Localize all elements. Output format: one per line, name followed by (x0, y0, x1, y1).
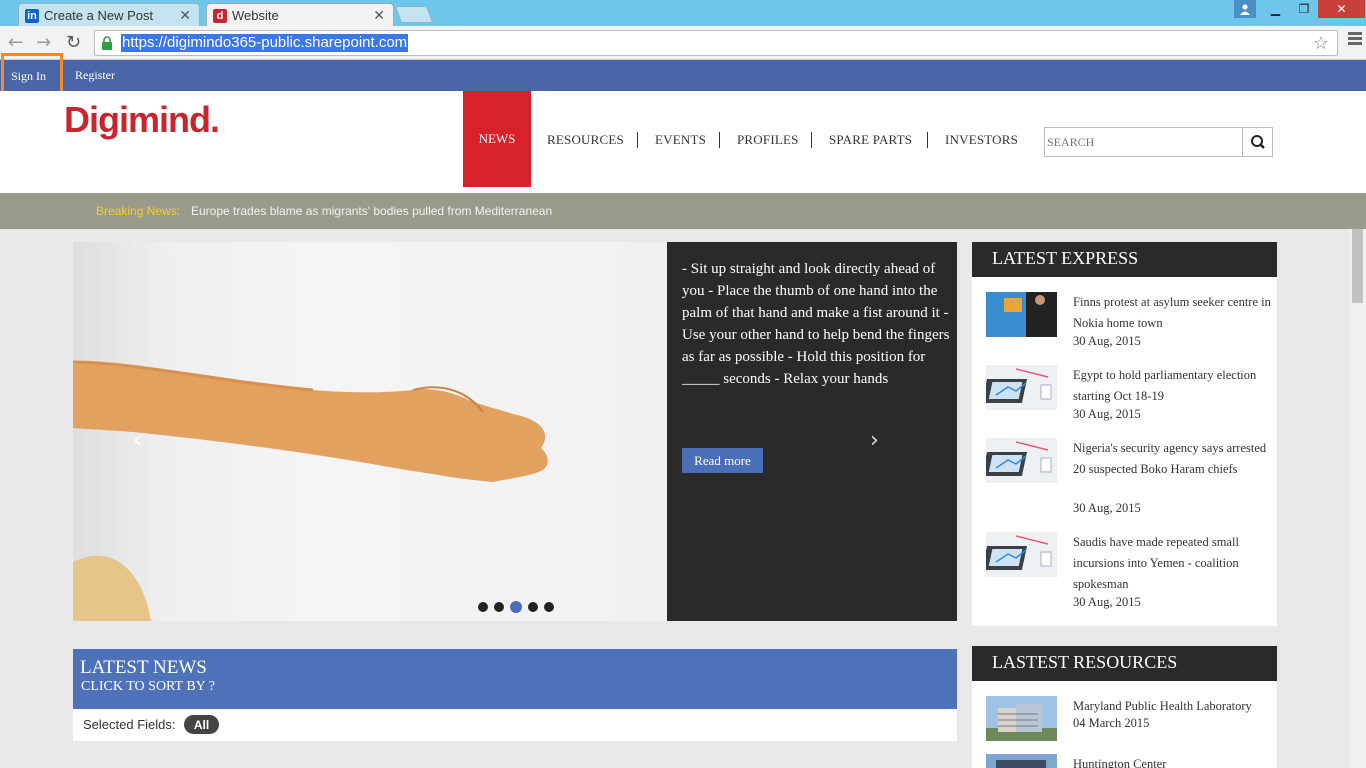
latest-express-title: LATEST EXPRESS (972, 242, 1277, 277)
sort-by-link[interactable]: CLICK TO SORT BY ? (81, 679, 215, 695)
nav-resources[interactable]: RESOURCES (547, 132, 624, 148)
page-scrollbar[interactable] (1350, 229, 1366, 768)
close-tab-icon[interactable]: ✕ (373, 7, 385, 24)
breaking-news-bar: Breaking News: Europe trades blame as mi… (0, 193, 1366, 229)
list-item[interactable]: Huntington Center (986, 754, 1266, 768)
breaking-news-label: Breaking News: (96, 204, 181, 218)
slider-prev-arrow[interactable]: ‹ (133, 428, 142, 453)
minimize-icon[interactable]: ▁ (1262, 0, 1289, 18)
tab-create-post[interactable]: in Create a New Post ✕ (18, 3, 200, 27)
nav-divider (637, 132, 638, 148)
resource-thumbnail (986, 696, 1057, 741)
news-thumbnail (986, 438, 1057, 483)
site-header: Digimind. NEWS RESOURCES EVENTS PROFILES… (0, 91, 1366, 193)
latest-resources-title: LASTEST RESOURCES (972, 646, 1277, 681)
news-date: 30 Aug, 2015 (1073, 407, 1141, 421)
address-bar[interactable]: https://digimindo365-public.sharepoint.c… (94, 30, 1338, 56)
nav-divider (811, 132, 812, 148)
latest-news-header: LATEST NEWS CLICK TO SORT BY ? (73, 649, 957, 709)
slider-dot[interactable] (494, 602, 504, 612)
slider-dot-active[interactable] (510, 601, 522, 613)
browser-tab-bar: in Create a New Post ✕ d Website ✕ ▁ ❐ ✕ (0, 0, 1366, 27)
nav-events[interactable]: EVENTS (655, 132, 706, 148)
lock-icon (102, 36, 112, 50)
scrollbar-thumb[interactable] (1352, 229, 1363, 303)
latest-news-title: LATEST NEWS (80, 657, 207, 678)
nav-divider (927, 132, 928, 148)
news-date: 30 Aug, 2015 (1073, 501, 1141, 515)
read-more-button[interactable]: Read more (682, 448, 763, 473)
browser-toolbar: ← → ↻ https://digimindo365-public.sharep… (0, 26, 1366, 60)
nav-divider (719, 132, 720, 148)
site-search (1044, 127, 1273, 157)
search-input[interactable] (1047, 132, 1237, 152)
resource-title[interactable]: Huntington Center (1073, 754, 1273, 768)
close-window-icon[interactable]: ✕ (1318, 0, 1365, 18)
close-tab-icon[interactable]: ✕ (179, 7, 191, 24)
site-top-bar: Sign In Register (0, 60, 1366, 91)
slider-next-arrow[interactable]: › (870, 428, 879, 453)
back-icon[interactable]: ← (8, 32, 23, 53)
digimind-logo[interactable]: Digimind. (64, 99, 220, 141)
breaking-news-headline[interactable]: Europe trades blame as migrants' bodies … (191, 204, 552, 218)
resource-title[interactable]: Maryland Public Health Laboratory (1073, 696, 1273, 717)
news-title[interactable]: Saudis have made repeated small incursio… (1073, 532, 1273, 595)
latest-express-panel: LATEST EXPRESS Finns protest at asylum s… (972, 242, 1277, 626)
resource-thumbnail (986, 754, 1057, 768)
list-item[interactable]: Finns protest at asylum seeker centre in… (986, 292, 1271, 352)
list-item[interactable]: Saudis have made repeated small incursio… (986, 532, 1266, 612)
slide-image (73, 242, 667, 621)
list-item[interactable]: Nigeria's security agency says arrested … (986, 438, 1266, 518)
selected-fields-label: Selected Fields: (83, 717, 176, 732)
news-title[interactable]: Nigeria's security agency says arrested … (1073, 438, 1273, 480)
search-button[interactable] (1242, 128, 1272, 156)
hero-slider: - Sit up straight and look directly ahea… (73, 242, 957, 621)
resource-date: 04 March 2015 (1073, 716, 1150, 730)
slide-text: - Sit up straight and look directly ahea… (682, 261, 950, 387)
digimind-favicon-icon: d (213, 8, 227, 23)
nav-spare-parts[interactable]: SPARE PARTS (829, 132, 912, 148)
nav-news[interactable]: NEWS (463, 91, 531, 187)
slider-dot[interactable] (544, 602, 554, 612)
news-thumbnail (986, 365, 1057, 410)
slider-dot[interactable] (528, 602, 538, 612)
linkedin-icon: in (25, 8, 39, 23)
slider-dot[interactable] (478, 602, 488, 612)
news-date: 30 Aug, 2015 (1073, 595, 1141, 609)
restore-icon[interactable]: ❐ (1291, 0, 1317, 18)
filter-all-pill[interactable]: All (184, 715, 219, 734)
slider-dots (478, 601, 560, 613)
url-text[interactable]: https://digimindo365-public.sharepoint.c… (121, 34, 409, 52)
register-link[interactable]: Register (75, 68, 115, 83)
reload-icon[interactable]: ↻ (66, 32, 81, 53)
latest-resources-panel: LASTEST RESOURCES Maryland Public Health… (972, 646, 1277, 768)
tab-label: Website (232, 8, 279, 23)
bookmark-star-icon[interactable]: ☆ (1313, 33, 1329, 54)
hand-exercise-image (73, 360, 548, 621)
search-icon (1251, 135, 1265, 149)
tab-label: Create a New Post (44, 8, 154, 23)
list-item[interactable]: Maryland Public Health Laboratory 04 Mar… (986, 696, 1266, 746)
nav-profiles[interactable]: PROFILES (737, 132, 799, 148)
browser-menu-icon[interactable] (1348, 32, 1362, 47)
forward-icon[interactable]: → (36, 32, 51, 53)
tab-website[interactable]: d Website ✕ (206, 3, 394, 27)
news-thumbnail (986, 292, 1057, 337)
new-tab-button[interactable] (394, 6, 434, 23)
list-item[interactable]: Egypt to hold parliamentary election sta… (986, 365, 1266, 425)
news-title[interactable]: Finns protest at asylum seeker centre in… (1073, 292, 1273, 334)
selected-fields-bar: Selected Fields: All (73, 709, 957, 741)
news-title[interactable]: Egypt to hold parliamentary election sta… (1073, 365, 1273, 407)
nav-investors[interactable]: INVESTORS (945, 132, 1018, 148)
slide-caption-panel: - Sit up straight and look directly ahea… (667, 242, 957, 621)
user-profile-icon[interactable] (1234, 0, 1256, 18)
news-date: 30 Aug, 2015 (1073, 334, 1141, 348)
news-thumbnail (986, 532, 1057, 577)
